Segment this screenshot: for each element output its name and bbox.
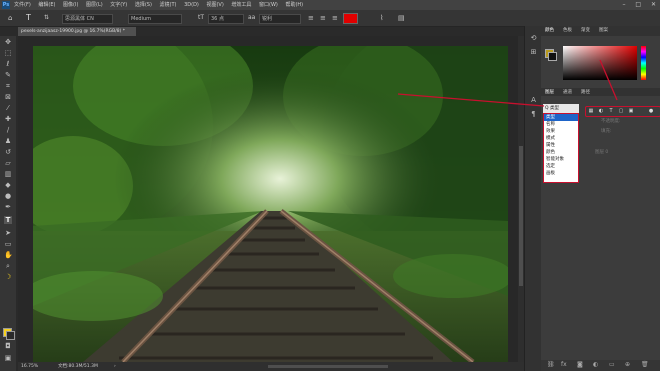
annotation-overlay	[397, 59, 618, 107]
annotation-line-left	[397, 93, 545, 107]
annotation-line-right	[599, 59, 618, 101]
